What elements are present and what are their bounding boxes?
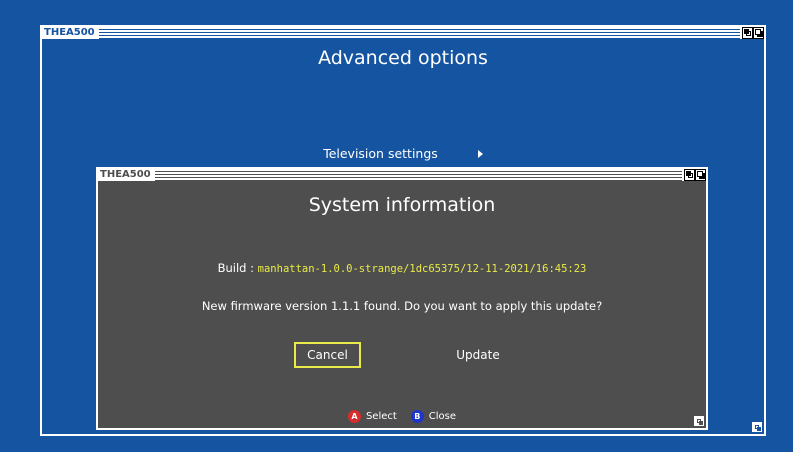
update-button[interactable]: Update xyxy=(446,342,510,368)
menu-item-television-settings[interactable]: Television settings xyxy=(42,146,764,161)
system-information-dialog: THEA500 System information Build : manha… xyxy=(96,167,708,430)
dialog-titlebar-drag-bar[interactable] xyxy=(154,169,682,181)
chevron-right-icon xyxy=(477,149,483,158)
window-title: THEA500 xyxy=(44,27,95,38)
screen: THEA500 Advanced options Television sett… xyxy=(0,0,793,452)
bring-to-front-icon[interactable] xyxy=(753,27,764,39)
dialog-depth-gadgets xyxy=(684,169,706,181)
cancel-button[interactable]: Cancel xyxy=(294,342,361,368)
select-hint-label: Select xyxy=(365,411,397,422)
bring-to-front-icon[interactable] xyxy=(695,169,706,181)
send-to-back-icon[interactable] xyxy=(684,169,695,181)
depth-gadgets xyxy=(742,27,764,39)
controller-hints: A Select B Close xyxy=(98,410,706,423)
a-button-icon: A xyxy=(347,410,361,423)
update-message: New firmware version 1.1.1 found. Do you… xyxy=(201,299,603,313)
dialog-resize-handle-icon[interactable] xyxy=(694,416,704,426)
close-hint-label: Close xyxy=(428,411,457,422)
menu-item-label: Television settings xyxy=(323,146,438,161)
page-title: Advanced options xyxy=(318,47,488,69)
titlebar-drag-bar[interactable] xyxy=(98,27,740,39)
send-to-back-icon[interactable] xyxy=(742,27,753,39)
close-hint[interactable]: B Close xyxy=(410,410,457,423)
build-value: manhattan-1.0.0-strange/1dc65375/12-11-2… xyxy=(257,263,587,275)
window-titlebar[interactable]: THEA500 xyxy=(42,27,764,39)
select-hint[interactable]: A Select xyxy=(347,410,397,423)
build-info: Build : manhattan-1.0.0-strange/1dc65375… xyxy=(98,261,706,275)
dialog-titlebar[interactable]: THEA500 xyxy=(98,169,706,181)
build-label: Build : xyxy=(217,261,258,275)
b-button-icon: B xyxy=(410,410,424,423)
dialog-title: System information xyxy=(308,194,496,216)
dialog-window-title: THEA500 xyxy=(100,169,151,180)
resize-handle-icon[interactable] xyxy=(752,422,762,432)
